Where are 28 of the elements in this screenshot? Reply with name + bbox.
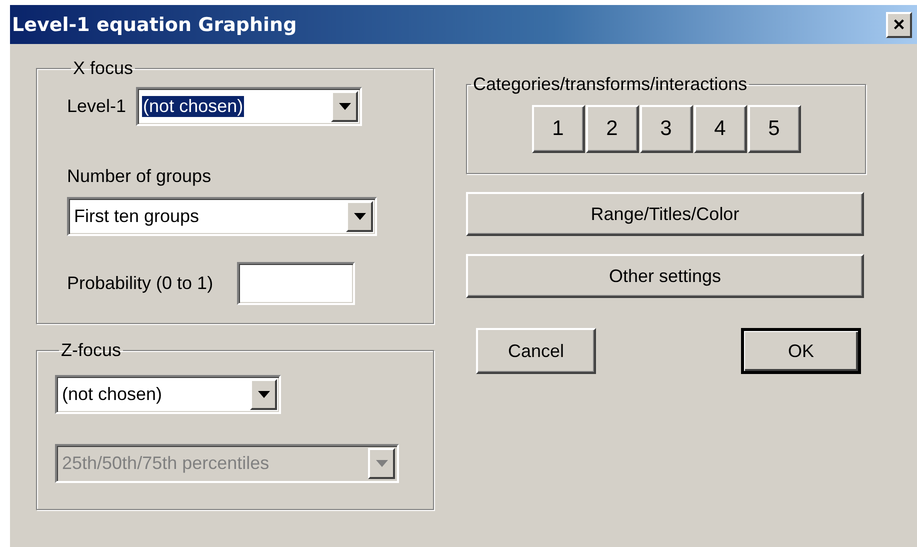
caret-icon — [354, 213, 366, 220]
dialog-button[interactable]: Cancel — [476, 328, 596, 374]
number-button[interactable]: 2 — [586, 105, 638, 153]
number-button[interactable]: 4 — [694, 105, 746, 153]
group-label: X focus — [72, 58, 134, 79]
number-button[interactable]: 5 — [748, 105, 800, 153]
window-title: Level-1 equation Graphing — [12, 14, 297, 36]
group-label: Categories/transforms/interactions — [472, 74, 748, 95]
input-field[interactable] — [237, 262, 356, 305]
close-button[interactable]: × — [886, 12, 912, 38]
number-button[interactable]: 1 — [532, 105, 584, 153]
dropdown-field[interactable]: First ten groups — [67, 197, 377, 236]
field-label: Number of groups — [67, 165, 212, 187]
dialog-button[interactable]: Other settings — [466, 254, 864, 298]
dialog-button[interactable]: OK — [741, 328, 861, 374]
dropdown-arrow-button[interactable] — [331, 91, 358, 122]
field-label: Level-1 — [67, 96, 126, 117]
number-button[interactable]: 3 — [640, 105, 692, 153]
dropdown-field[interactable]: (not chosen) — [136, 87, 362, 126]
dropdown-arrow-button[interactable] — [250, 379, 277, 410]
group-label: Z-focus — [60, 340, 122, 361]
dialog-button[interactable]: Range/Titles/Color — [466, 192, 864, 236]
dropdown-arrow-button[interactable] — [346, 201, 373, 232]
caret-icon — [376, 460, 388, 467]
caret-icon — [338, 103, 351, 110]
dropdown-field[interactable]: (not chosen) — [55, 375, 281, 414]
field-label: Probability (0 to 1) — [67, 273, 214, 294]
caret-icon — [258, 391, 270, 398]
